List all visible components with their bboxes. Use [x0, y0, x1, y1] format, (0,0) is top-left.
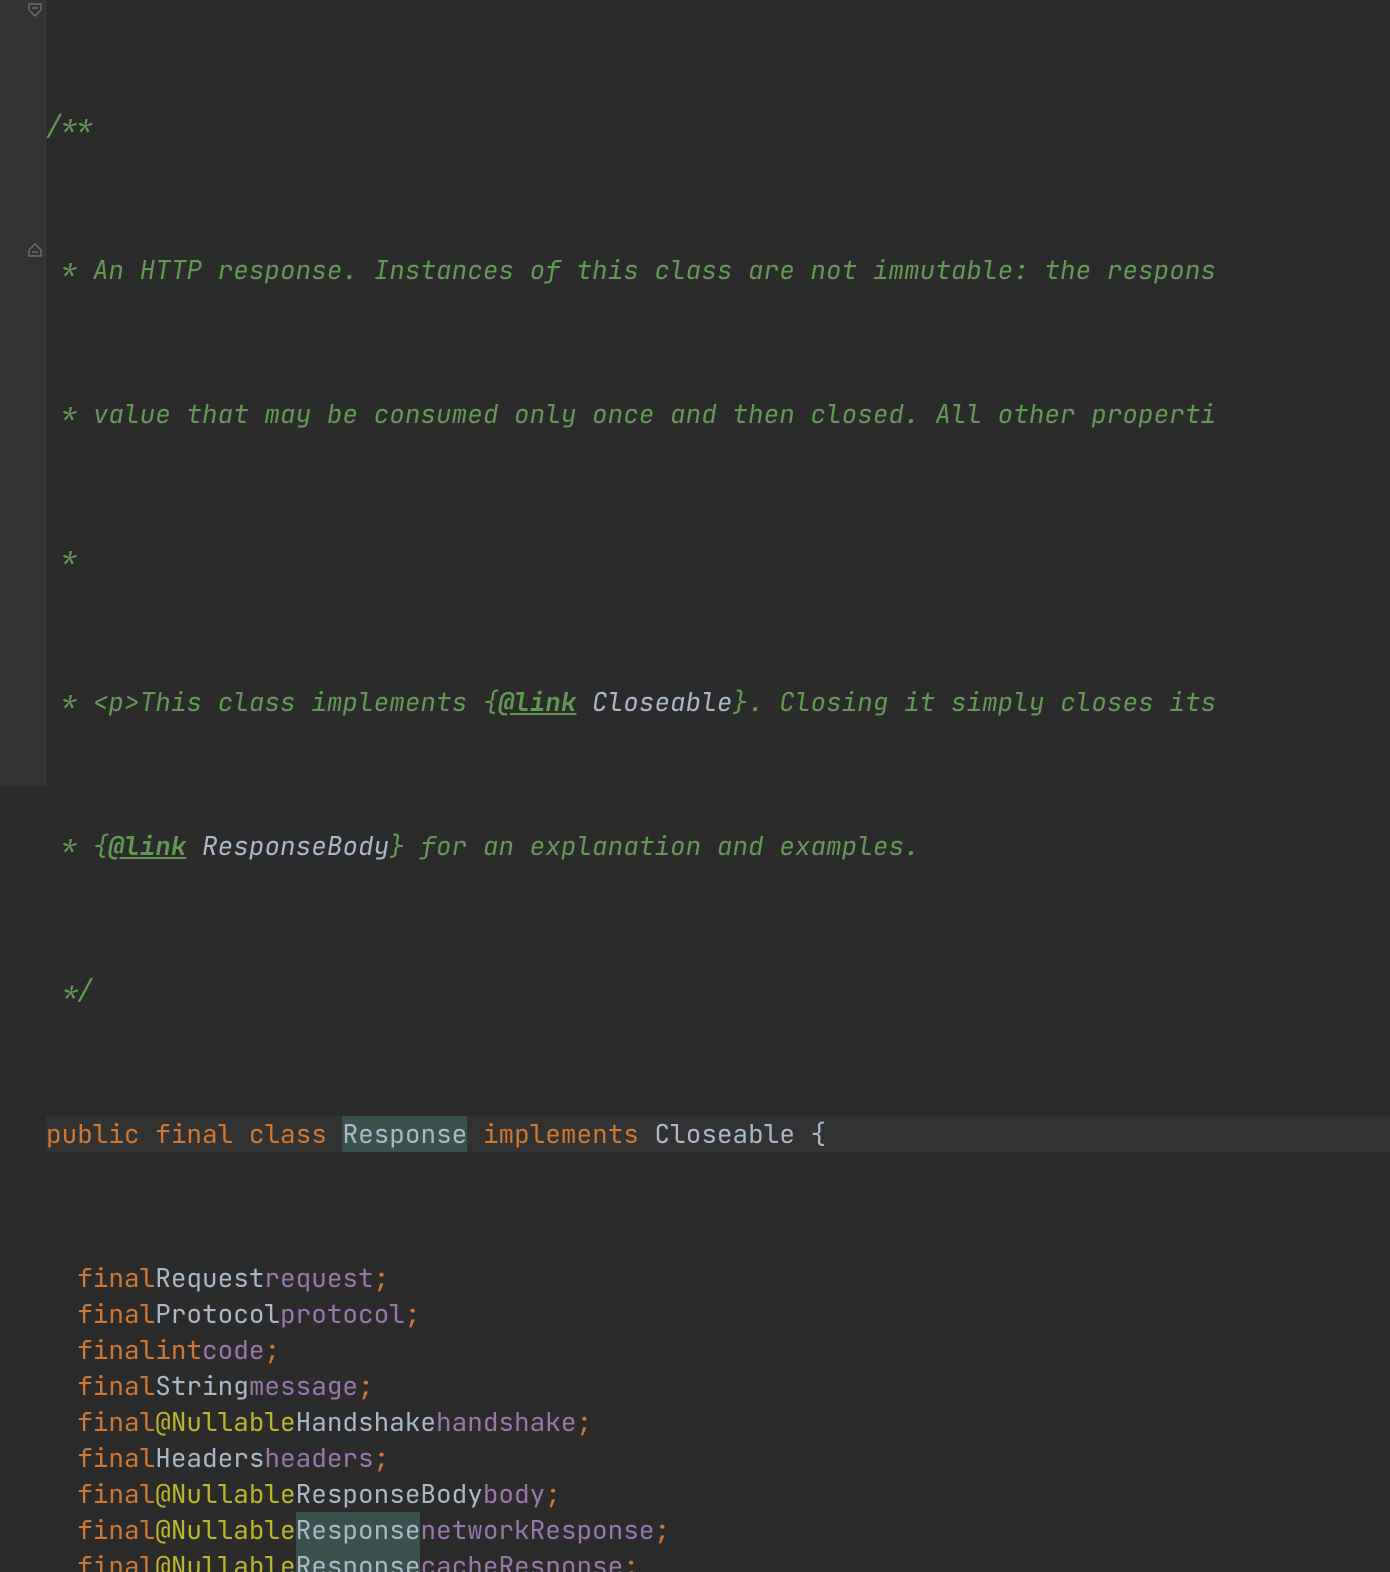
- field-name: cacheResponse: [420, 1548, 623, 1572]
- field-name: protocol: [280, 1296, 405, 1332]
- semicolon: ;: [374, 1440, 390, 1476]
- keyword-final: final: [77, 1404, 155, 1440]
- javadoc-line-4: * <p>This class implements {@link Closea…: [46, 684, 1390, 720]
- field-name: code: [202, 1332, 264, 1368]
- semicolon: ;: [576, 1404, 592, 1440]
- keyword-final: final: [77, 1476, 155, 1512]
- field-declaration: final @Nullable Handshake handshake;: [46, 1404, 1390, 1440]
- fold-close-icon[interactable]: [28, 243, 42, 257]
- semicolon: ;: [264, 1332, 280, 1368]
- javadoc-line-2: * value that may be consumed only once a…: [46, 396, 1390, 432]
- field-declaration: final @Nullable ResponseBody body;: [46, 1476, 1390, 1512]
- annotation-nullable: @Nullable: [155, 1476, 295, 1512]
- annotation-nullable: @Nullable: [155, 1404, 295, 1440]
- field-name: request: [264, 1260, 373, 1296]
- javadoc-close: */: [46, 972, 1390, 1008]
- field-type: Protocol: [155, 1296, 280, 1332]
- code-editor[interactable]: /** * An HTTP response. Instances of thi…: [46, 0, 1390, 1572]
- field-declaration: final int code;: [46, 1332, 1390, 1368]
- javadoc-link-closeable[interactable]: @link: [498, 684, 576, 719]
- javadoc-open: /**: [46, 108, 1390, 144]
- field-declaration: final @Nullable Response networkResponse…: [46, 1512, 1390, 1548]
- gutter: [0, 0, 46, 786]
- field-declaration: final Headers headers;: [46, 1440, 1390, 1476]
- fold-open-icon[interactable]: [28, 3, 42, 17]
- class-declaration: public final class Response implements C…: [46, 1116, 1390, 1152]
- field-name: handshake: [436, 1404, 576, 1440]
- annotation-nullable: @Nullable: [155, 1548, 295, 1572]
- semicolon: ;: [358, 1368, 374, 1404]
- field-type: int: [155, 1332, 202, 1368]
- semicolon: ;: [623, 1548, 639, 1572]
- field-type: Handshake: [296, 1404, 436, 1440]
- keyword-final: final: [77, 1512, 155, 1548]
- keyword-final: final: [77, 1260, 155, 1296]
- field-type: Request: [155, 1260, 264, 1296]
- field-type: Response: [296, 1512, 421, 1548]
- field-name: message: [249, 1368, 358, 1404]
- semicolon: ;: [374, 1260, 390, 1296]
- field-name: body: [483, 1476, 545, 1512]
- field-type: String: [155, 1368, 249, 1404]
- field-type: ResponseBody: [296, 1476, 483, 1512]
- javadoc-line-1: * An HTTP response. Instances of this cl…: [46, 252, 1390, 288]
- javadoc-line-3: *: [46, 540, 1390, 576]
- field-type: Headers: [155, 1440, 264, 1476]
- semicolon: ;: [654, 1512, 670, 1548]
- keyword-final: final: [77, 1332, 155, 1368]
- semicolon: ;: [405, 1296, 421, 1332]
- class-name: Response: [342, 1116, 467, 1152]
- field-type: Response: [296, 1548, 421, 1572]
- keyword-final: final: [77, 1296, 155, 1332]
- semicolon: ;: [545, 1476, 561, 1512]
- field-declaration: final Protocol protocol;: [46, 1296, 1390, 1332]
- field-declaration: final String message;: [46, 1368, 1390, 1404]
- annotation-nullable: @Nullable: [155, 1512, 295, 1548]
- field-declaration: final @Nullable Response cacheResponse;: [46, 1548, 1390, 1572]
- keyword-final: final: [77, 1548, 155, 1572]
- javadoc-line-5: * {@link ResponseBody} for an explanatio…: [46, 828, 1390, 864]
- keyword-final: final: [77, 1368, 155, 1404]
- field-declaration: final Request request;: [46, 1260, 1390, 1296]
- field-name: headers: [264, 1440, 373, 1476]
- keyword-final: final: [77, 1440, 155, 1476]
- javadoc-link-responsebody[interactable]: @link: [108, 828, 186, 863]
- field-name: networkResponse: [420, 1512, 654, 1548]
